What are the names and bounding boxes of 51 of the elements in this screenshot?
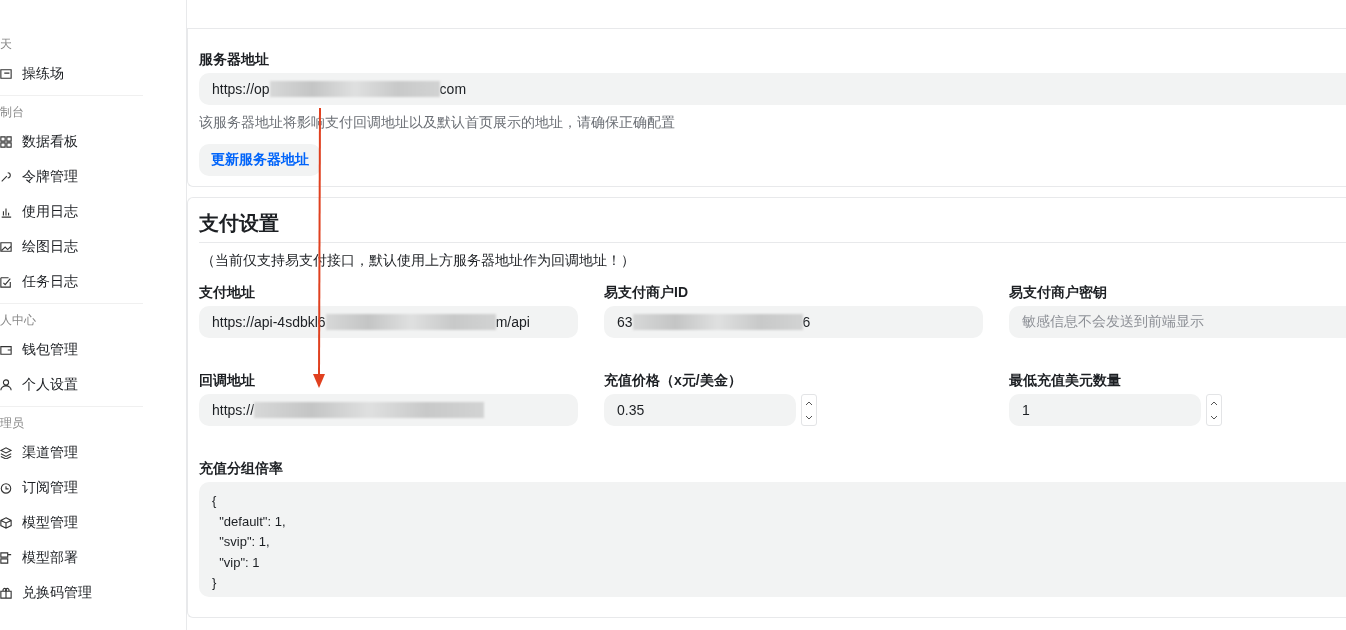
chevron-up-icon: [1210, 399, 1218, 406]
grid-icon: [0, 135, 12, 148]
sidebar-item[interactable]: 令牌管理: [0, 159, 143, 194]
key-icon: [0, 170, 12, 183]
sidebar-item[interactable]: 个人设置: [0, 367, 143, 402]
input-field[interactable]: 63 6: [604, 306, 983, 338]
sidebar-item[interactable]: 模型管理: [0, 505, 143, 540]
cube-icon: [0, 516, 12, 529]
sidebar-item[interactable]: 使用日志: [0, 194, 143, 229]
deploy-icon: [0, 551, 12, 564]
number-field[interactable]: 1: [1009, 394, 1201, 426]
field-label: 回调地址: [199, 371, 256, 390]
field-label: 最低充值美元数量: [1009, 371, 1122, 390]
field-label: 易支付商户ID: [604, 283, 689, 302]
layers-icon: [0, 446, 12, 459]
sidebar-item[interactable]: 绘图日志: [0, 229, 143, 264]
section-heading: 天: [0, 36, 12, 53]
sidebar-item[interactable]: 兑换码管理: [0, 575, 143, 610]
checklist-icon: [0, 275, 12, 288]
text-area[interactable]: { "default": 1, "svip": 1, "vip": 1 }: [199, 482, 1346, 597]
number-field[interactable]: 0.35: [604, 394, 796, 426]
wallet-icon: [0, 343, 12, 356]
sidebar-item[interactable]: 订阅管理: [0, 470, 143, 505]
section-heading: 制台: [0, 104, 24, 121]
clock-icon: [0, 481, 12, 494]
field-label: 易支付商户密钥: [1009, 283, 1108, 302]
input-field[interactable]: https://: [199, 394, 578, 426]
sidebar-item[interactable]: 模型部署: [0, 540, 143, 575]
sidebar-item[interactable]: 数据看板: [0, 124, 143, 159]
stepper-control[interactable]: [1206, 394, 1222, 426]
window-icon: [0, 67, 12, 80]
chevron-down-icon: [805, 414, 813, 421]
field-label: 充值分组倍率: [199, 459, 284, 478]
update-button[interactable]: 更新服务器地址: [199, 144, 321, 176]
stepper-control[interactable]: [801, 394, 817, 426]
sidebar-item[interactable]: 操练场: [0, 56, 143, 91]
sidebar-item[interactable]: 钱包管理: [0, 332, 143, 367]
gift-icon: [0, 586, 12, 599]
user-icon: [0, 378, 12, 391]
section-title: 支付设置: [199, 211, 280, 236]
chevron-up-icon: [805, 399, 813, 406]
section-heading: 人中心: [0, 312, 36, 329]
field-label: 支付地址: [199, 283, 256, 302]
field-label: 服务器地址: [199, 50, 270, 69]
section-heading: 理员: [0, 415, 24, 432]
field-label: 充值价格（x元/美金）: [604, 371, 743, 390]
chevron-down-icon: [1210, 414, 1218, 421]
sidebar-item[interactable]: 渠道管理: [0, 435, 143, 470]
sidebar-item[interactable]: 任务日志: [0, 264, 143, 299]
image-icon: [0, 240, 12, 253]
input-field[interactable]: https://op com: [199, 73, 1346, 105]
